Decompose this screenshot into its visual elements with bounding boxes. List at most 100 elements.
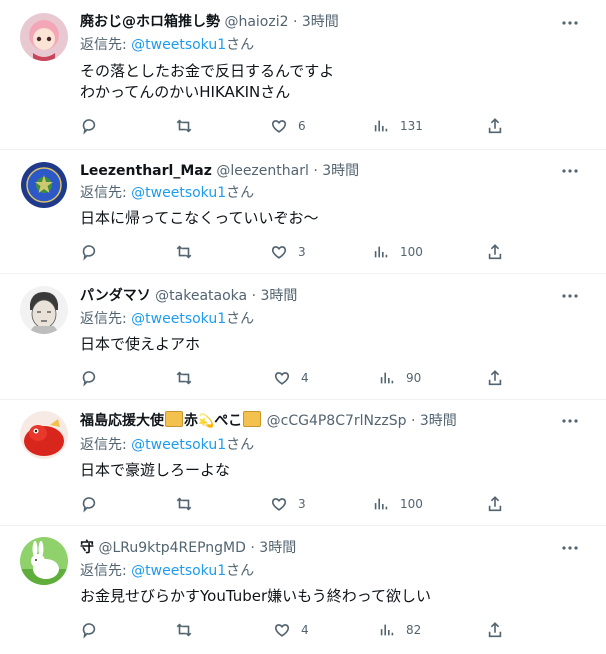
tweet-text: 日本で使えよアホ <box>80 334 200 355</box>
avatar[interactable] <box>20 537 68 585</box>
reply-context: 返信先: @tweetsoku1さん <box>80 435 254 455</box>
tweet[interactable]: 福島応援大使 赤💫ぺこ @cCG4P8C7rlNzzSp · 3時間 返信先: @… <box>0 400 606 526</box>
tweet[interactable]: 廃おじ@ホロ箱推し勢 @haiozi2 · 3時間 返信先: @tweetsok… <box>0 0 606 150</box>
action-bar: 6 131 <box>80 116 600 136</box>
reply-icon <box>82 623 96 639</box>
more-horizontal-icon <box>562 169 578 173</box>
display-name[interactable]: 福島応援大使 赤💫ぺこ <box>80 411 262 429</box>
reply-button[interactable] <box>80 494 98 514</box>
reply-icon <box>82 371 96 387</box>
like-count: 4 <box>301 623 309 637</box>
reply-suffix: さん <box>226 563 255 579</box>
analytics-icon <box>374 246 388 258</box>
tweet-text-line: お金見せびらかすYouTuber嫌いもう終わって欲しい <box>80 587 431 605</box>
tweet[interactable]: Leezentharl_Maz @leezentharl · 3時間 返信先: … <box>0 150 606 274</box>
like-button[interactable]: 4 <box>273 368 309 388</box>
share-icon <box>488 118 502 134</box>
more-horizontal-icon <box>562 419 578 423</box>
tweet[interactable]: パンダマソ @takeataoka · 3時間 返信先: @tweetsoku1… <box>0 274 606 400</box>
user-handle[interactable]: @cCG4P8C7rlNzzSp <box>267 413 407 429</box>
views-button[interactable]: 100 <box>372 494 423 514</box>
view-count: 131 <box>400 119 423 133</box>
more-options-button[interactable] <box>560 13 580 33</box>
box-emoji-icon <box>165 411 183 427</box>
more-horizontal-icon <box>562 21 578 25</box>
reply-suffix: さん <box>226 185 255 201</box>
avatar[interactable] <box>20 286 68 334</box>
mention-link[interactable]: @tweetsoku1 <box>131 563 226 579</box>
retweet-button[interactable] <box>175 620 193 640</box>
timestamp[interactable]: 3時間 <box>259 540 296 556</box>
timestamp[interactable]: 3時間 <box>260 288 297 304</box>
action-bar: 3 100 <box>80 494 600 514</box>
tweet-text: その落としたお金で反日するんですよ わかってんのかいHIKAKINさん <box>80 61 334 103</box>
mention-link[interactable]: @tweetsoku1 <box>131 437 226 453</box>
tweet-text: 日本に帰ってこなくっていいぞお～ <box>80 208 319 229</box>
more-options-button[interactable] <box>560 411 580 431</box>
like-button[interactable]: 4 <box>273 620 309 640</box>
box-emoji-icon <box>243 411 262 427</box>
retweet-button[interactable] <box>175 116 193 136</box>
mention-link[interactable]: @tweetsoku1 <box>131 311 226 327</box>
avatar[interactable] <box>20 13 68 61</box>
share-icon <box>488 496 502 512</box>
user-handle[interactable]: @takeataoka <box>155 288 247 304</box>
action-bar: 3 100 <box>80 242 600 262</box>
share-button[interactable] <box>486 116 504 136</box>
display-name[interactable]: Leezentharl_Maz <box>80 163 212 179</box>
share-button[interactable] <box>486 368 504 388</box>
retweet-button[interactable] <box>175 242 193 262</box>
views-button[interactable]: 82 <box>378 620 421 640</box>
share-button[interactable] <box>486 242 504 262</box>
timestamp[interactable]: 3時間 <box>302 14 339 30</box>
analytics-icon <box>374 120 388 132</box>
views-button[interactable]: 90 <box>378 368 421 388</box>
display-name[interactable]: 廃おじ@ホロ箱推し勢 <box>80 14 220 30</box>
timestamp[interactable]: 3時間 <box>420 413 457 429</box>
timestamp[interactable]: 3時間 <box>322 163 359 179</box>
share-icon <box>488 244 502 260</box>
retweet-button[interactable] <box>175 368 193 388</box>
avatar[interactable] <box>20 411 68 459</box>
mention-link[interactable]: @tweetsoku1 <box>131 185 226 201</box>
retweet-icon <box>176 497 192 511</box>
separator-dot: · <box>292 14 298 30</box>
tweet-text: お金見せびらかすYouTuber嫌いもう終わって欲しい <box>80 586 431 607</box>
share-icon <box>488 370 502 386</box>
separator-dot: · <box>250 540 255 556</box>
share-button[interactable] <box>486 494 504 514</box>
avatar[interactable] <box>20 161 68 209</box>
user-handle[interactable]: @haiozi2 <box>224 14 288 30</box>
user-handle[interactable]: @LRu9ktp4REPngMD <box>98 540 245 556</box>
reply-button[interactable] <box>80 116 98 136</box>
reply-button[interactable] <box>80 242 98 262</box>
share-button[interactable] <box>486 620 504 640</box>
heart-icon <box>271 246 287 259</box>
views-button[interactable]: 131 <box>372 116 423 136</box>
separator-dot: · <box>251 288 257 304</box>
reply-prefix: 返信先: <box>80 185 132 201</box>
tweet[interactable]: 守 @LRu9ktp4REPngMD · 3時間 返信先: @tweetsoku… <box>0 526 606 654</box>
retweet-button[interactable] <box>175 494 193 514</box>
more-options-button[interactable] <box>560 538 580 558</box>
retweet-icon <box>176 623 192 637</box>
more-options-button[interactable] <box>560 161 580 181</box>
more-options-button[interactable] <box>560 286 580 306</box>
display-name-part: ぺこ <box>214 413 243 429</box>
reply-icon <box>82 119 96 135</box>
tweet-text-line: 日本で豪遊しろーよな <box>80 461 231 479</box>
user-handle[interactable]: @leezentharl <box>216 163 309 179</box>
like-button[interactable]: 6 <box>270 116 306 136</box>
reply-icon <box>82 245 96 261</box>
display-name[interactable]: パンダマソ <box>80 288 151 304</box>
reply-prefix: 返信先: <box>80 563 132 579</box>
retweet-icon <box>176 245 192 259</box>
views-button[interactable]: 100 <box>372 242 423 262</box>
like-button[interactable]: 3 <box>270 494 306 514</box>
tweet-text-line: わかってんのかいHIKAKINさん <box>80 83 291 101</box>
like-button[interactable]: 3 <box>270 242 306 262</box>
display-name[interactable]: 守 <box>80 540 94 556</box>
mention-link[interactable]: @tweetsoku1 <box>131 37 226 53</box>
reply-button[interactable] <box>80 620 98 640</box>
reply-button[interactable] <box>80 368 98 388</box>
